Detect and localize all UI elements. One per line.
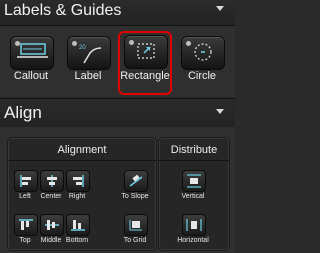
align-bottom-button[interactable] [66, 214, 90, 236]
align-left-button[interactable] [14, 170, 38, 192]
circle-tool-well [181, 36, 225, 70]
rectangle-tool-button[interactable]: Rectangle [118, 31, 172, 95]
align-middle-button[interactable] [40, 214, 64, 236]
collapse-caret-icon[interactable] [216, 6, 224, 11]
align-left-icon [20, 175, 31, 187]
align-panel: Alignment Left Center Right To Slope Top… [0, 127, 235, 253]
distribute-vertical-label: Vertical [181, 193, 205, 200]
align-to-slope-icon [129, 174, 143, 187]
divider [8, 160, 156, 161]
align-header[interactable]: Align [0, 98, 235, 128]
align-to-slope-label: To Slope [121, 193, 149, 200]
align-middle-icon [45, 220, 59, 230]
callout-label: Callout [13, 70, 49, 82]
align-center-icon [47, 175, 57, 187]
distribute-vertical-button[interactable] [182, 170, 206, 192]
align-to-grid-label: To Grid [123, 237, 147, 244]
alignment-group: Alignment Left Center Right To Slope Top… [7, 137, 157, 251]
align-right-icon [73, 175, 84, 187]
distribute-group: Distribute Vertical Horizontal [158, 137, 230, 251]
indicator-dot [129, 40, 134, 45]
label-tool-button[interactable]: 20 Label [63, 33, 113, 93]
indicator-dot [72, 41, 77, 46]
label-label: Label [74, 70, 102, 82]
indicator-dot [186, 41, 191, 46]
align-top-icon [19, 219, 33, 230]
distribute-horizontal-button[interactable] [182, 214, 206, 236]
label-tool-well: 20 [67, 36, 111, 70]
divider [159, 160, 229, 161]
distribute-vertical-icon [187, 174, 201, 188]
align-to-grid-button[interactable] [124, 214, 148, 236]
align-title: Align [4, 103, 42, 122]
distribute-horizontal-label: Horizontal [177, 237, 209, 244]
rectangle-tool-well [124, 35, 168, 69]
circle-label: Circle [187, 70, 217, 82]
callout-tool-well [10, 36, 54, 70]
rectangle-label: Rectangle [120, 70, 170, 82]
align-right-button[interactable] [66, 170, 90, 192]
circle-tool-button[interactable]: Circle [177, 33, 227, 93]
labels-guides-header[interactable]: Labels & Guides [0, 0, 235, 26]
indicator-dot [15, 41, 20, 46]
labels-guides-panel: Callout 20 Label Rectangle Circle [0, 26, 235, 97]
align-center-button[interactable] [40, 170, 64, 192]
align-to-slope-button[interactable] [124, 170, 148, 192]
callout-tool-button[interactable]: Callout [6, 33, 56, 93]
align-top-button[interactable] [14, 214, 38, 236]
svg-text:20: 20 [79, 45, 86, 51]
distribute-horizontal-icon [186, 219, 202, 231]
align-to-grid-icon [129, 220, 142, 231]
distribute-title: Distribute [170, 144, 218, 156]
align-bottom-label: Bottom [65, 237, 89, 244]
labels-guides-title: Labels & Guides [4, 2, 122, 19]
align-right-label: Right [68, 193, 86, 200]
collapse-caret-icon[interactable] [216, 109, 224, 114]
alignment-title: Alignment [57, 144, 107, 156]
align-bottom-icon [71, 220, 85, 231]
